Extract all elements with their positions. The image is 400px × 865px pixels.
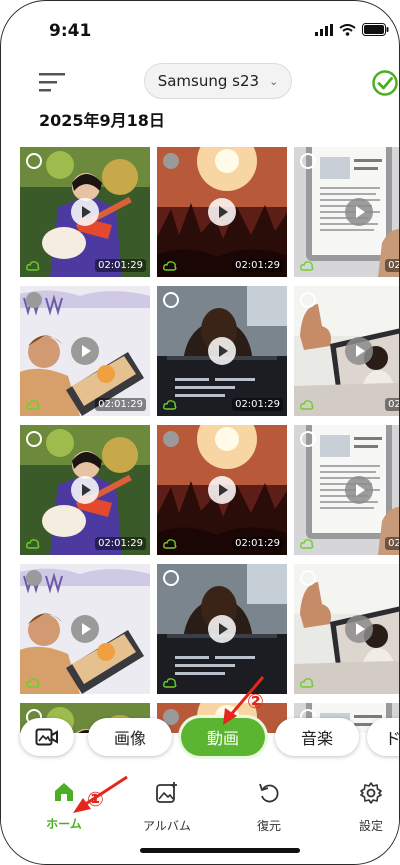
tab-label: ホーム: [46, 817, 82, 831]
cloud-sync-icon: [163, 539, 177, 549]
video-duration: 02:01:29: [95, 259, 146, 272]
chip-videos[interactable]: 動画: [181, 718, 265, 756]
video-thumbnail[interactable]: 02:01:29: [157, 425, 287, 555]
video-filter-button[interactable]: [20, 718, 74, 756]
check-circle-icon: [372, 70, 398, 96]
play-icon: [71, 337, 99, 365]
select-circle[interactable]: [300, 570, 316, 586]
status-bar: 9:41: [1, 1, 399, 57]
device-name: Samsung s23: [157, 72, 260, 90]
chip-documents[interactable]: ド: [367, 718, 400, 756]
video-camera-icon: [35, 728, 58, 746]
home-icon: [55, 783, 73, 801]
chip-label: ド: [385, 729, 400, 748]
play-icon: [71, 615, 99, 643]
select-circle[interactable]: [300, 431, 316, 447]
video-duration: 02:01:29: [232, 537, 283, 550]
system-icons: [315, 23, 389, 36]
play-icon: [345, 337, 373, 365]
chip-label: 音楽: [300, 729, 333, 748]
tab-settings[interactable]: 設定: [331, 781, 399, 834]
video-duration: 02:01:29: [232, 259, 283, 272]
category-bar: 画像 動画 音楽 ド: [1, 713, 399, 761]
select-circle[interactable]: [300, 292, 316, 308]
tutorial-marker-2: ②: [247, 689, 264, 713]
chip-images[interactable]: 画像: [88, 718, 172, 756]
play-icon: [208, 476, 236, 504]
chip-label: 画像: [113, 729, 146, 748]
device-selector[interactable]: Samsung s23 ⌄: [144, 63, 292, 99]
tutorial-marker-1: ①: [87, 787, 104, 811]
tab-label: 設定: [358, 819, 383, 833]
play-icon: [208, 337, 236, 365]
select-circle[interactable]: [163, 153, 179, 169]
cloud-sync-icon: [163, 261, 177, 271]
cloud-sync-icon: [26, 261, 40, 271]
video-duration: 02:01:29: [95, 537, 146, 550]
select-circle[interactable]: [26, 292, 42, 308]
chevron-down-icon: ⌄: [269, 74, 279, 88]
select-circle[interactable]: [163, 431, 179, 447]
video-duration: 02:01:29: [232, 398, 283, 411]
restore-icon: [259, 783, 279, 803]
home-indicator: [140, 848, 300, 853]
chip-music[interactable]: 音楽: [275, 718, 359, 756]
play-icon: [345, 615, 373, 643]
select-all-button[interactable]: [371, 69, 399, 97]
play-icon: [345, 198, 373, 226]
tab-label: アルバム: [143, 819, 191, 833]
tab-label: 復元: [256, 819, 281, 833]
status-time: 9:41: [49, 21, 92, 41]
cloud-sync-icon: [26, 539, 40, 549]
play-icon: [208, 615, 236, 643]
video-thumbnail[interactable]: 02:01:29: [20, 147, 150, 277]
play-icon: [208, 198, 236, 226]
tab-album[interactable]: アルバム: [127, 781, 207, 834]
bottom-tab-bar: ホーム アルバム 復元 設定: [1, 767, 399, 837]
select-circle[interactable]: [26, 431, 42, 447]
video-thumbnail[interactable]: 02:01: [294, 286, 399, 416]
video-duration: 02:01: [385, 398, 399, 411]
video-duration: 02:01: [385, 259, 399, 272]
select-circle[interactable]: [163, 570, 179, 586]
play-icon: [71, 476, 99, 504]
gear-icon: [360, 782, 382, 804]
video-thumbnail[interactable]: 02:01:29: [20, 425, 150, 555]
video-thumbnail[interactable]: 02:01:29: [20, 286, 150, 416]
select-circle[interactable]: [26, 153, 42, 169]
top-bar: Samsung s23 ⌄: [1, 63, 399, 103]
video-thumbnail[interactable]: [20, 564, 150, 694]
wifi-icon: [339, 23, 356, 36]
cloud-sync-icon: [163, 678, 177, 688]
cloud-sync-icon: [26, 678, 40, 688]
video-thumbnail[interactable]: 02:01:29: [157, 286, 287, 416]
video-duration: 02:01: [385, 537, 399, 550]
menu-button[interactable]: [39, 71, 65, 93]
cloud-sync-icon: [26, 400, 40, 410]
chip-label: 動画: [206, 729, 239, 748]
date-header: 2025年9月18日: [39, 111, 165, 130]
select-circle[interactable]: [26, 570, 42, 586]
video-duration: 02:01:29: [95, 398, 146, 411]
cloud-sync-icon: [300, 400, 314, 410]
cloud-sync-icon: [300, 678, 314, 688]
menu-icon: [39, 73, 65, 92]
album-add-icon: [156, 782, 177, 803]
cloud-sync-icon: [300, 539, 314, 549]
phone-frame: 9:41 Samsung s23 ⌄ 2025年9月18日 02:01:29 02…: [0, 0, 400, 865]
cloud-sync-icon: [300, 261, 314, 271]
play-icon: [345, 476, 373, 504]
video-thumbnail[interactable]: [294, 564, 399, 694]
play-icon: [71, 198, 99, 226]
video-thumbnail[interactable]: 02:01: [294, 425, 399, 555]
signal-icon: [315, 23, 333, 36]
video-thumbnail[interactable]: 02:01:29: [157, 147, 287, 277]
video-thumbnail[interactable]: 02:01: [294, 147, 399, 277]
battery-icon: [362, 23, 389, 36]
select-circle[interactable]: [163, 292, 179, 308]
video-thumbnail[interactable]: [157, 564, 287, 694]
tab-restore[interactable]: 復元: [229, 781, 309, 834]
cloud-sync-icon: [163, 400, 177, 410]
select-circle[interactable]: [300, 153, 316, 169]
